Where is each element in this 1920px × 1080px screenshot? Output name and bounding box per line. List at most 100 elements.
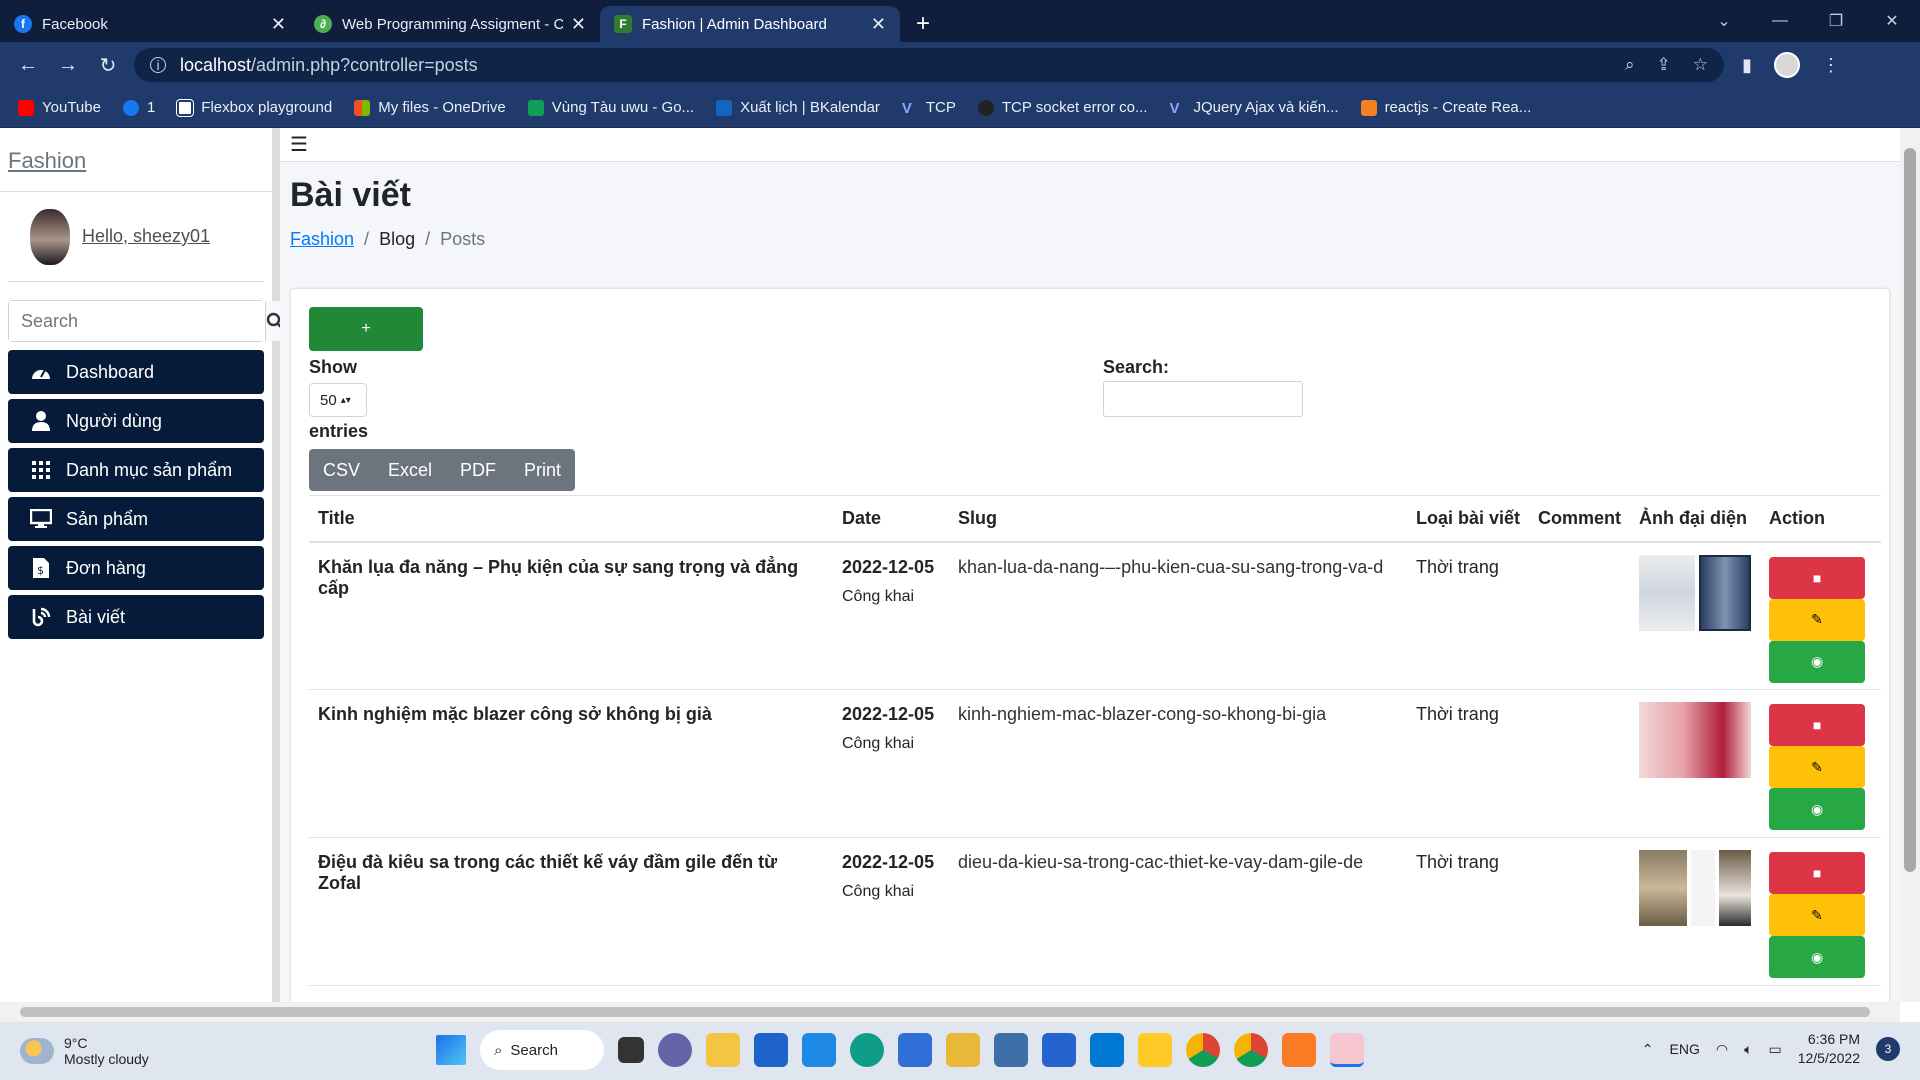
close-window-button[interactable]: ✕ xyxy=(1864,11,1920,31)
url-input[interactable]: i localhost/admin.php?controller=posts ⌕… xyxy=(134,48,1724,82)
excel-button[interactable]: Excel xyxy=(374,449,446,491)
bookmark-onedrive[interactable]: My files - OneDrive xyxy=(354,99,506,116)
chrome-profile-icon[interactable] xyxy=(1234,1033,1268,1067)
sidepanel-icon[interactable]: ▮ xyxy=(1742,55,1752,76)
tools-icon[interactable] xyxy=(1138,1033,1172,1067)
snipping-tool-icon[interactable] xyxy=(1330,1033,1364,1067)
user-greeting-link[interactable]: Hello, sheezy01 xyxy=(82,226,210,247)
sidebar-item-dashboard[interactable]: Dashboard xyxy=(8,350,264,394)
weather-widget[interactable]: 9°C Mostly cloudy xyxy=(20,1035,149,1067)
close-icon[interactable]: ✕ xyxy=(271,14,286,35)
col-image[interactable]: Ảnh đại diện xyxy=(1630,495,1761,543)
vscode-icon[interactable] xyxy=(1090,1033,1124,1067)
user-icon xyxy=(28,411,54,431)
info-icon[interactable]: i xyxy=(150,57,166,73)
bookmark-tcp[interactable]: V TCP xyxy=(902,99,956,117)
edit-button[interactable]: ✎ xyxy=(1769,894,1866,936)
brand-link[interactable]: Fashion xyxy=(0,128,272,192)
bookmark-youtube[interactable]: YouTube xyxy=(18,99,101,116)
csv-button[interactable]: CSV xyxy=(309,449,374,491)
bookmark-jquery[interactable]: V JQuery Ajax và kiến... xyxy=(1169,99,1338,117)
sidebar-item-posts[interactable]: Bài viết xyxy=(8,595,264,639)
view-button[interactable]: ◉ xyxy=(1769,788,1866,830)
vertical-scrollbar[interactable] xyxy=(1900,128,1920,1002)
sidebar-menu: Dashboard Người dùng Danh mục sản phẩm S… xyxy=(8,350,264,639)
file-explorer-icon[interactable] xyxy=(706,1033,740,1067)
edge-icon[interactable] xyxy=(850,1033,884,1067)
chevron-down-icon[interactable]: ⌄ xyxy=(1696,11,1752,31)
page-title: Bài viết xyxy=(290,176,411,214)
chat-icon[interactable] xyxy=(658,1033,692,1067)
forward-button[interactable]: → xyxy=(48,54,88,77)
breadcrumb-fashion[interactable]: Fashion xyxy=(290,229,354,250)
zoom-icon[interactable]: ⌕ xyxy=(1625,55,1635,75)
wifi-icon[interactable]: ◠ xyxy=(1716,1041,1728,1058)
language-indicator[interactable]: ENG xyxy=(1670,1041,1700,1057)
windows-start-icon[interactable] xyxy=(436,1035,466,1065)
bookmark-bkalendar[interactable]: Xuất lịch | BKalendar xyxy=(716,99,880,116)
sidebar-search-input[interactable] xyxy=(9,301,265,341)
bookmark-reactjs[interactable]: reactjs - Create Rea... xyxy=(1360,99,1531,116)
col-type[interactable]: Loại bài viết xyxy=(1407,495,1530,543)
reload-button[interactable]: ↻ xyxy=(88,53,128,78)
top-navbar: ☰ xyxy=(280,128,1900,162)
table-search-input[interactable] xyxy=(1103,381,1303,417)
xampp-icon[interactable] xyxy=(1282,1033,1316,1067)
mysql-icon[interactable] xyxy=(994,1033,1028,1067)
star-icon[interactable]: ☆ xyxy=(1693,55,1708,75)
files-icon[interactable] xyxy=(898,1033,932,1067)
col-slug[interactable]: Slug xyxy=(949,495,1407,543)
bookmark-flexbox[interactable]: Flexbox playground xyxy=(176,98,332,117)
bookmark-facebook[interactable]: 1 xyxy=(122,99,155,116)
sidebar-item-orders[interactable]: $ Đơn hàng xyxy=(8,546,264,590)
delete-button[interactable]: ■ xyxy=(1769,852,1866,894)
tab-facebook[interactable]: f Facebook ✕ xyxy=(0,6,300,42)
minimize-button[interactable]: — xyxy=(1752,12,1808,30)
col-title[interactable]: Title xyxy=(309,495,833,543)
notification-badge[interactable]: 3 xyxy=(1876,1037,1900,1061)
sidebar-item-products[interactable]: Sản phẩm xyxy=(8,497,264,541)
sidebar-item-categories[interactable]: Danh mục sản phẩm xyxy=(8,448,264,492)
back-button[interactable]: ← xyxy=(8,54,48,77)
chrome-icon[interactable] xyxy=(1186,1033,1220,1067)
sticky-app-icon[interactable] xyxy=(946,1033,980,1067)
bookmark-tcp-socket[interactable]: TCP socket error co... xyxy=(977,99,1147,116)
l-app-icon[interactable] xyxy=(802,1033,836,1067)
post-date-cell: 2022-12-05 Công khai xyxy=(833,837,949,986)
task-view-icon[interactable] xyxy=(618,1037,644,1063)
sidebar-item-users[interactable]: Người dùng xyxy=(8,399,264,443)
volume-icon[interactable]: 🔈︎ xyxy=(1744,1041,1752,1058)
store-icon[interactable] xyxy=(754,1033,788,1067)
clock[interactable]: 6:36 PM 12/5/2022 xyxy=(1798,1030,1860,1068)
view-button[interactable]: ◉ xyxy=(1769,640,1866,683)
delete-button[interactable]: ■ xyxy=(1769,556,1866,599)
eye-icon: ◉ xyxy=(1810,800,1824,817)
share-icon[interactable]: ⇪ xyxy=(1657,55,1671,75)
print-button[interactable]: Print xyxy=(510,449,575,491)
close-icon[interactable]: ✕ xyxy=(871,14,886,35)
col-comment[interactable]: Comment xyxy=(1529,495,1631,543)
add-post-button[interactable]: + xyxy=(309,307,423,351)
col-action[interactable]: Action xyxy=(1760,495,1881,543)
profile-avatar[interactable] xyxy=(1773,52,1800,78)
delete-button[interactable]: ■ xyxy=(1769,704,1866,746)
todo-icon[interactable] xyxy=(1042,1033,1076,1067)
page-size-select[interactable]: 50 ▴▾ xyxy=(309,383,367,417)
close-icon[interactable]: ✕ xyxy=(571,14,586,35)
pdf-button[interactable]: PDF xyxy=(446,449,510,491)
chevron-up-icon[interactable]: ⌃ xyxy=(1642,1041,1654,1058)
hamburger-menu-icon[interactable]: ☰ xyxy=(290,132,308,157)
maximize-button[interactable]: ❐ xyxy=(1808,11,1864,31)
new-tab-button[interactable]: + xyxy=(916,6,930,42)
horizontal-scrollbar[interactable] xyxy=(0,1002,1900,1022)
tab-fashion-admin[interactable]: F Fashion | Admin Dashboard ✕ xyxy=(600,6,900,42)
bookmark-vungtau[interactable]: Vùng Tàu uwu - Go... xyxy=(527,99,694,116)
col-date[interactable]: Date xyxy=(833,495,949,543)
edit-button[interactable]: ✎ xyxy=(1769,598,1866,641)
tab-web-programming[interactable]: ∂ Web Programming Assigment - C ✕ xyxy=(300,6,600,42)
menu-kebab-icon[interactable]: ⋮ xyxy=(1822,55,1840,76)
edit-button[interactable]: ✎ xyxy=(1769,746,1866,788)
taskbar-search[interactable]: ⌕ Search xyxy=(480,1030,604,1070)
view-button[interactable]: ◉ xyxy=(1769,936,1866,978)
battery-icon[interactable]: ▭ xyxy=(1768,1041,1781,1058)
